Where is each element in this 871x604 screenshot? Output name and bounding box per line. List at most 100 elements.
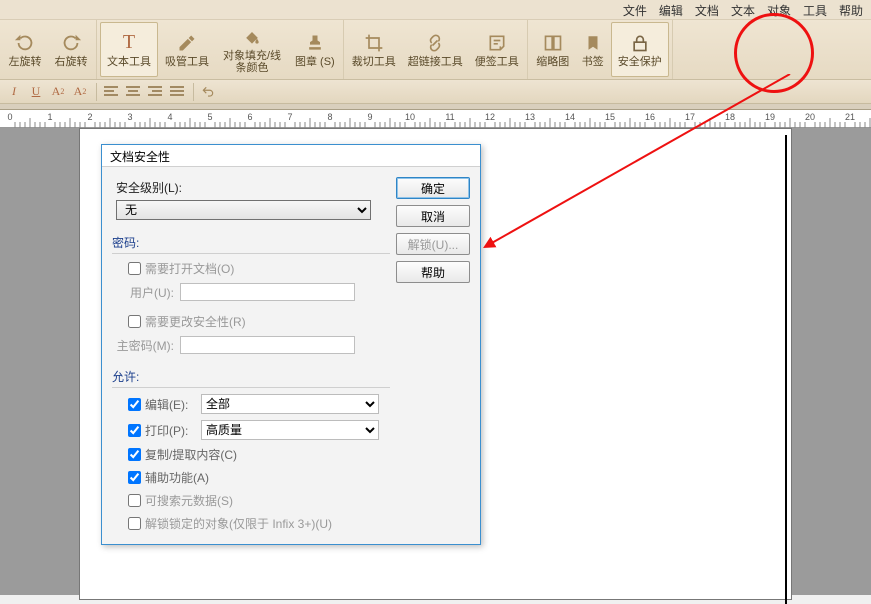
security-button[interactable]: 安全保护 xyxy=(611,22,669,77)
svg-text:18: 18 xyxy=(725,112,735,122)
access-checkbox[interactable] xyxy=(128,471,141,484)
svg-text:12: 12 xyxy=(485,112,495,122)
separator xyxy=(193,83,194,101)
print-select[interactable]: 高质量 xyxy=(201,420,379,440)
password-heading: 密码: xyxy=(112,234,390,254)
svg-text:1: 1 xyxy=(47,112,52,122)
security-level-select[interactable]: 无 xyxy=(116,200,371,220)
edit-label: 编辑(E): xyxy=(145,396,201,413)
user-label: 用户(U): xyxy=(116,284,174,301)
edit-select[interactable]: 全部 xyxy=(201,394,379,414)
svg-text:2: 2 xyxy=(87,112,92,122)
crop-button[interactable]: 裁切工具 xyxy=(346,20,402,79)
copy-label: 复制/提取内容(C) xyxy=(145,446,237,463)
svg-text:17: 17 xyxy=(685,112,695,122)
lock-icon xyxy=(629,32,651,54)
svg-text:3: 3 xyxy=(127,112,132,122)
menu-object[interactable]: 对象 xyxy=(761,0,797,19)
note-icon xyxy=(486,32,508,54)
eyedropper-button[interactable]: 吸管工具 xyxy=(159,20,215,79)
svg-text:7: 7 xyxy=(287,112,292,122)
svg-text:14: 14 xyxy=(565,112,575,122)
eyedropper-icon xyxy=(176,32,198,54)
stamp-icon xyxy=(304,32,326,54)
rotate-left-icon xyxy=(14,32,36,54)
print-label: 打印(P): xyxy=(145,422,201,439)
horizontal-ruler: 0123456789101112131415161718192021 xyxy=(0,110,871,128)
align-left-button[interactable] xyxy=(101,83,121,101)
fill-stroke-button[interactable]: 对象填充/线条颜色 xyxy=(215,20,289,79)
svg-text:11: 11 xyxy=(445,112,454,122)
unlock-objects-checkbox[interactable] xyxy=(128,517,141,530)
text-tool-icon: T xyxy=(118,32,140,54)
svg-text:13: 13 xyxy=(525,112,535,122)
menu-text[interactable]: 文本 xyxy=(725,0,761,19)
bookmark-icon xyxy=(582,32,604,54)
text-tool-button[interactable]: T 文本工具 xyxy=(100,22,158,77)
page-margin-line xyxy=(785,135,787,604)
separator xyxy=(96,83,97,101)
svg-text:9: 9 xyxy=(367,112,372,122)
thumbnail-button[interactable]: 缩略图 xyxy=(530,20,576,79)
align-justify-button[interactable] xyxy=(167,83,187,101)
superscript-button[interactable]: A2 xyxy=(48,83,68,101)
rotate-right-icon xyxy=(60,32,82,54)
copy-checkbox[interactable] xyxy=(128,448,141,461)
crop-icon xyxy=(363,32,385,54)
menu-edit[interactable]: 编辑 xyxy=(653,0,689,19)
need-open-label: 需要打开文档(O) xyxy=(145,260,234,277)
help-button[interactable]: 帮助 xyxy=(396,261,470,283)
underline-button[interactable]: U xyxy=(26,83,46,101)
dialog-title: 文档安全性 xyxy=(102,145,480,167)
access-label: 辅助功能(A) xyxy=(145,469,209,486)
svg-text:15: 15 xyxy=(605,112,615,122)
edit-checkbox[interactable] xyxy=(128,398,141,411)
need-change-label: 需要更改安全性(R) xyxy=(145,313,246,330)
svg-text:4: 4 xyxy=(167,112,172,122)
rotate-left-button[interactable]: 左旋转 xyxy=(2,20,48,79)
svg-text:19: 19 xyxy=(765,112,775,122)
svg-text:10: 10 xyxy=(405,112,415,122)
svg-text:5: 5 xyxy=(207,112,212,122)
format-bar: I U A2 A2 xyxy=(0,80,871,104)
security-dialog: 文档安全性 安全级别(L): 无 密码: 需要打开文档(O) 用户(U): 需要… xyxy=(101,144,481,545)
paint-bucket-icon xyxy=(241,26,263,48)
need-change-checkbox[interactable] xyxy=(128,315,141,328)
unlock-objects-label: 解锁锁定的对象(仅限于 Infix 3+)(U) xyxy=(145,515,332,532)
allow-heading: 允许: xyxy=(112,368,390,388)
user-password-input[interactable] xyxy=(180,283,355,301)
thumbnail-icon xyxy=(542,32,564,54)
bookmark-button[interactable]: 书签 xyxy=(576,20,610,79)
rotate-right-button[interactable]: 右旋转 xyxy=(48,20,94,79)
subscript-button[interactable]: A2 xyxy=(70,83,90,101)
menu-help[interactable]: 帮助 xyxy=(833,0,869,19)
svg-text:21: 21 xyxy=(845,112,855,122)
align-right-button[interactable] xyxy=(145,83,165,101)
master-password-input[interactable] xyxy=(180,336,355,354)
menu-tool[interactable]: 工具 xyxy=(797,0,833,19)
svg-text:20: 20 xyxy=(805,112,815,122)
italic-button[interactable]: I xyxy=(4,83,24,101)
menu-bar: 文件 编辑 文档 文本 对象 工具 帮助 xyxy=(0,0,871,20)
svg-text:16: 16 xyxy=(645,112,655,122)
main-toolbar: 左旋转 右旋转 T 文本工具 吸管工具 对象填充/线条颜色 xyxy=(0,20,871,80)
link-icon xyxy=(424,32,446,54)
svg-text:8: 8 xyxy=(327,112,332,122)
need-open-checkbox[interactable] xyxy=(128,262,141,275)
undo-button[interactable] xyxy=(198,83,218,101)
meta-checkbox[interactable] xyxy=(128,494,141,507)
svg-text:6: 6 xyxy=(247,112,252,122)
menu-file[interactable]: 文件 xyxy=(617,0,653,19)
hyperlink-button[interactable]: 超链接工具 xyxy=(402,20,469,79)
cancel-button[interactable]: 取消 xyxy=(396,205,470,227)
print-checkbox[interactable] xyxy=(128,424,141,437)
align-center-button[interactable] xyxy=(123,83,143,101)
menu-doc[interactable]: 文档 xyxy=(689,0,725,19)
ok-button[interactable]: 确定 xyxy=(396,177,470,199)
meta-label: 可搜索元数据(S) xyxy=(145,492,233,509)
level-label: 安全级别(L): xyxy=(116,179,390,196)
unlock-button[interactable]: 解锁(U)... xyxy=(396,233,470,255)
master-label: 主密码(M): xyxy=(116,337,174,354)
sticky-note-button[interactable]: 便签工具 xyxy=(469,20,525,79)
stamp-button[interactable]: 图章 (S) xyxy=(289,20,341,79)
